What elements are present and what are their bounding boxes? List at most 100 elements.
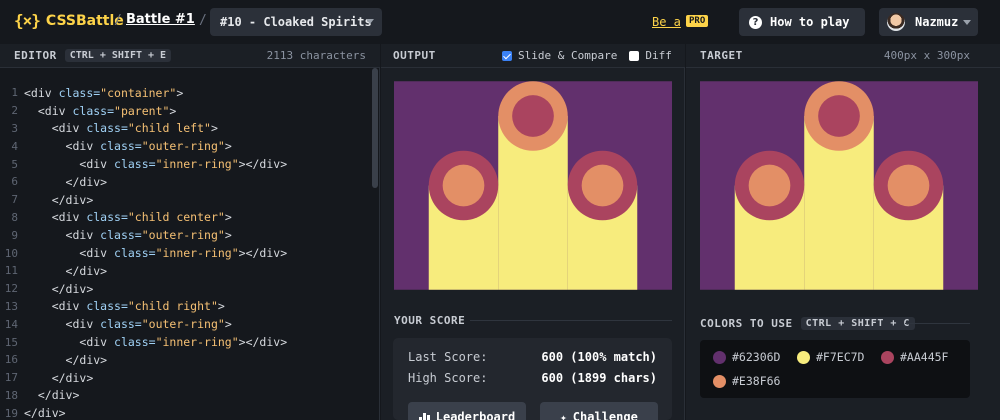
code-token: class= (86, 210, 128, 225)
code-line[interactable]: 4 <div class="outer-ring"> (0, 137, 370, 155)
output-preview[interactable] (394, 81, 672, 290)
slide-compare-label[interactable]: Slide & Compare (518, 49, 617, 62)
code-editor[interactable]: 1 <div class="container"> 2 <div class="pa… (0, 84, 370, 420)
color-dot (713, 350, 726, 364)
line-number: 14 (4, 317, 18, 331)
code-token: "outer-ring" (141, 228, 225, 243)
code-line[interactable]: 15 <div class="inner-ring"></div> (0, 333, 370, 351)
code-token: > (224, 228, 232, 243)
code-line[interactable]: 11 </div> (0, 262, 370, 280)
color-hex: #E38F66 (732, 374, 781, 388)
line-number: 1 (11, 86, 18, 100)
line-number: 6 (11, 175, 18, 189)
code-token: class= (114, 157, 156, 172)
code-token: > (217, 299, 225, 314)
last-score-value: 600 (100% match) (541, 350, 657, 364)
code-text: <div class="inner-ring"></div> (24, 157, 287, 171)
code-line[interactable]: 10 <div class="inner-ring"></div> (0, 244, 370, 262)
code-line[interactable]: 3 <div class="child left"> (0, 120, 370, 138)
challenge-button[interactable]: ✦ Challenge (540, 402, 658, 420)
code-token: class= (114, 335, 156, 350)
code-token: <div (51, 210, 87, 225)
question-circle-icon: ? (749, 15, 762, 29)
code-line[interactable]: 16 </div> (0, 351, 370, 369)
colors-shortcut: CTRL + SHIFT + C (800, 317, 915, 330)
code-line[interactable]: 13 <div class="child right"> (0, 298, 370, 316)
code-text: </div> (24, 193, 94, 207)
chevron-down-icon (963, 20, 971, 25)
color-swatch[interactable]: #E38F66 (713, 374, 780, 388)
code-line[interactable]: 6 </div> (0, 173, 370, 191)
diff-checkbox[interactable] (629, 50, 640, 61)
challenge-label: Challenge (572, 410, 638, 420)
code-line[interactable]: 8 <div class="child center"> (0, 209, 370, 227)
line-number: 15 (4, 335, 18, 349)
target-select-dropdown[interactable]: #10 - Cloaked Spirits (210, 8, 382, 36)
line-number: 11 (4, 264, 18, 278)
logo-text: CSSBattle (45, 12, 124, 29)
color-swatch[interactable]: #62306D (713, 350, 780, 364)
leaderboard-label: Leaderboard (435, 410, 516, 420)
line-number: 17 (4, 371, 18, 385)
code-line[interactable]: 17 </div> (0, 369, 370, 387)
target-select-value: #10 - Cloaked Spirits (220, 15, 372, 29)
last-score-label: Last Score: (408, 350, 488, 364)
line-number: 13 (4, 299, 18, 313)
target-header: TARGET 400px x 300px (686, 44, 1000, 68)
code-line[interactable]: 12 </div> (0, 280, 370, 298)
code-token: "outer-ring" (141, 317, 225, 332)
code-text: </div> (24, 371, 94, 385)
high-score-value: 600 (1899 chars) (541, 371, 657, 385)
code-line[interactable]: 9 <div class="outer-ring"> (0, 226, 370, 244)
output-title: OUTPUT (393, 49, 436, 62)
code-line[interactable]: 2 <div class="parent"> (0, 102, 370, 120)
code-line[interactable]: 19 </div> (0, 404, 370, 420)
color-swatch[interactable]: #F7EC7D (797, 350, 864, 364)
diff-label[interactable]: Diff (645, 49, 672, 62)
code-token: > (224, 317, 232, 332)
code-token: class= (72, 103, 115, 118)
line-number: 12 (4, 282, 18, 296)
be-a-pro-link[interactable]: Be a (652, 15, 681, 29)
user-menu-button[interactable]: Nazmuz (879, 8, 978, 36)
code-text: <div class="container"> (24, 86, 183, 100)
code-line[interactable]: 18 </div> (0, 387, 370, 405)
editor-header: EDITOR CTRL + SHIFT + E 2113 characters (0, 44, 380, 68)
high-score-label: High Score: (408, 371, 488, 385)
code-token: > (224, 139, 232, 154)
line-number: 10 (4, 246, 18, 260)
slide-compare-checkbox[interactable] (502, 50, 512, 61)
code-token: <div (65, 228, 101, 243)
code-token: <div (65, 139, 101, 154)
code-token: </div> (65, 174, 108, 189)
code-text: <div class="child right"> (24, 299, 225, 313)
leaderboard-button[interactable]: Leaderboard (408, 402, 526, 420)
cssbattle-logo[interactable]: {×} CSSBattle (14, 11, 124, 30)
code-line[interactable]: 14 <div class="outer-ring"> (0, 315, 370, 333)
code-line[interactable]: 5 <div class="inner-ring"></div> (0, 155, 370, 173)
code-token: ></div> (238, 157, 288, 172)
target-image (700, 81, 978, 290)
code-token: "parent" (114, 103, 170, 118)
user-name: Nazmuz (915, 15, 959, 29)
editor-shortcut: CTRL + SHIFT + E (64, 49, 172, 62)
code-line[interactable]: 7 </div> (0, 191, 370, 209)
code-token: > (224, 210, 232, 225)
code-token: class= (114, 246, 156, 261)
battle-link[interactable]: Battle #1 (126, 12, 195, 27)
code-line[interactable]: 1 <div class="container"> (0, 84, 370, 102)
character-count: 2113 characters (266, 49, 366, 62)
line-number: 9 (11, 228, 18, 242)
color-swatch[interactable]: #AA445F (881, 350, 948, 364)
code-token: "inner-ring" (155, 157, 239, 172)
how-to-play-button[interactable]: ? How to play (739, 8, 865, 36)
code-text: </div> (24, 388, 80, 402)
editor-scrollbar[interactable] (372, 68, 378, 188)
pro-badge[interactable]: PRO (686, 15, 709, 27)
